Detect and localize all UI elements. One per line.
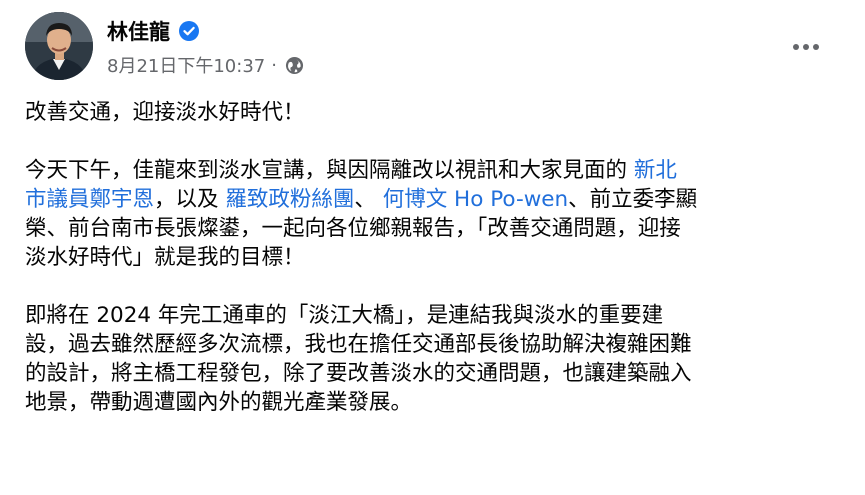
text-segment: 今天下午，佳龍來到淡水宣講，與因隔離改以視訊和大家見面的 [25, 158, 634, 183]
text-line: 地景，帶動週遭國內外的觀光產業發展。 [25, 390, 413, 415]
tag-link-council-member[interactable]: 新北 [634, 158, 677, 183]
author-avatar[interactable] [25, 12, 93, 80]
text-line: 設，過去雖然歷經多次流標，我也在擔任交通部長後協助解決複雜困難 [25, 332, 692, 357]
text-line: 市議員鄭宇恩，以及 羅致政粉絲團、 何博文 Ho Po-wen、前立委李顯 [25, 185, 845, 214]
text-segment: ，以及 [154, 187, 226, 212]
avatar-image [25, 12, 93, 80]
text-segment: 、前立委李顯 [568, 187, 698, 212]
text-segment: 、 [354, 187, 383, 212]
meta-separator: · [271, 54, 277, 76]
more-options-icon[interactable] [785, 32, 827, 62]
post-meta: 8月21日下午10:37 · [107, 52, 304, 78]
text-line: 今天下午，佳龍來到淡水宣講，與因隔離改以視訊和大家見面的 新北 [25, 156, 845, 185]
verified-badge-icon [179, 21, 199, 41]
globe-icon[interactable] [285, 56, 304, 75]
post-timestamp[interactable]: 8月21日下午10:37 [107, 52, 265, 78]
post-paragraph-2: 即將在 2024 年完工通車的「淡江大橋」，是連結我與淡水的重要建 設，過去雖然… [25, 301, 845, 417]
text-line: 榮、前台南市長張燦鍙，一起向各位鄉親報告，「改善交通問題，迎接 [25, 216, 681, 241]
post-body: 改善交通，迎接淡水好時代！ 今天下午，佳龍來到淡水宣講，與因隔離改以視訊和大家見… [25, 98, 845, 446]
post-paragraph-1: 今天下午，佳龍來到淡水宣講，與因隔離改以視訊和大家見面的 新北 市議員鄭宇恩，以… [25, 156, 845, 272]
author-name[interactable]: 林佳龍 [107, 16, 170, 46]
tag-link-council-member-cont[interactable]: 市議員鄭宇恩 [25, 187, 154, 212]
text-line: 淡水好時代」就是我的目標！ [25, 245, 305, 270]
tag-link-fan-page[interactable]: 羅致政粉絲團 [225, 187, 354, 212]
post-title: 改善交通，迎接淡水好時代！ [25, 100, 305, 125]
text-line: 的設計，將主橋工程發包，除了要改善淡水的交通問題，也讓建築融入 [25, 361, 692, 386]
tag-link-ho-po-wen[interactable]: 何博文 Ho Po-wen [383, 187, 568, 212]
text-line: 即將在 2024 年完工通車的「淡江大橋」，是連結我與淡水的重要建 [25, 303, 664, 328]
post-card: 林佳龍 8月21日下午10:37 · 改善交通，迎接淡水好時代！ 今天下午，佳龍… [0, 0, 865, 495]
author-row: 林佳龍 [107, 16, 200, 46]
